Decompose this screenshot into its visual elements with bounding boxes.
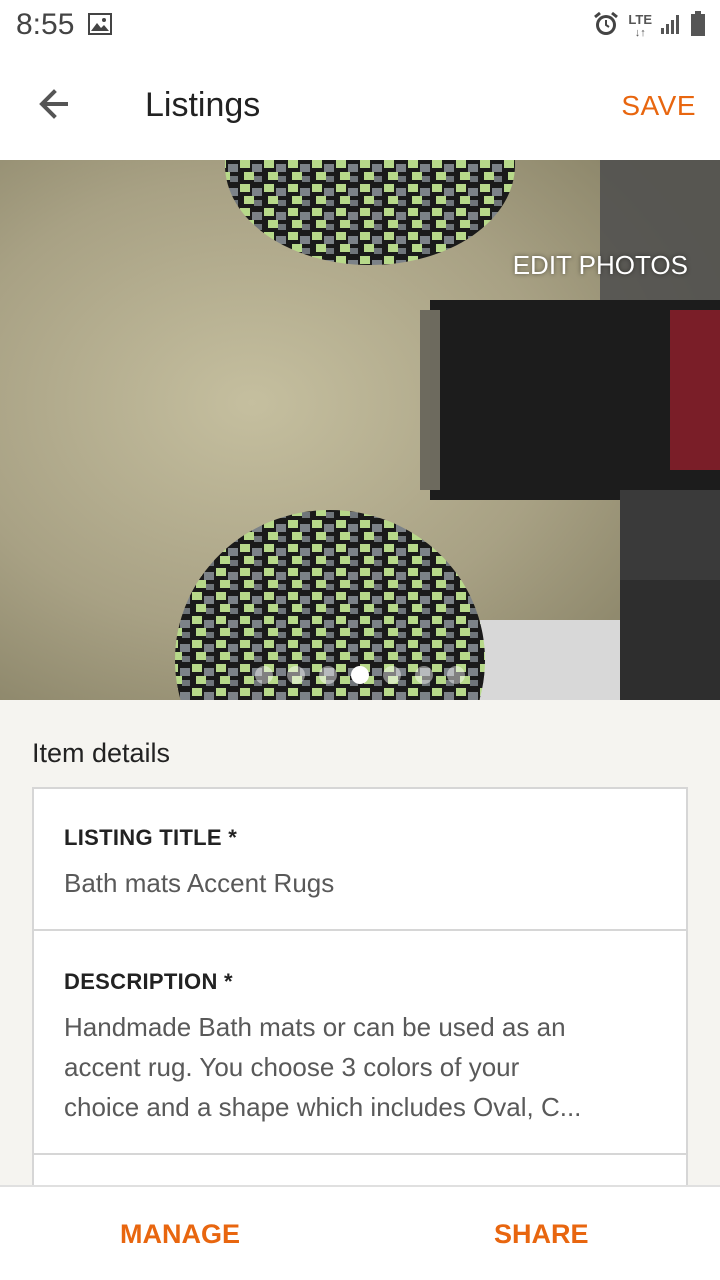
description-line: accent rug. You choose 3 colors of your [64, 1052, 520, 1082]
share-button[interactable]: SHARE [494, 1219, 589, 1250]
listing-photo-carousel[interactable]: EDIT PHOTOS [0, 160, 720, 700]
app-bar: Listings SAVE [0, 52, 720, 160]
carousel-dot[interactable] [415, 666, 433, 684]
alarm-icon [592, 10, 620, 43]
edit-photos-button[interactable]: EDIT PHOTOS [513, 250, 688, 281]
status-time: 8:55 [16, 8, 75, 41]
bottom-action-bar: MANAGE SHARE [0, 1185, 720, 1280]
carousel-dot[interactable] [255, 666, 273, 684]
page-title: Listings [145, 86, 261, 124]
item-details-heading: Item details [32, 738, 171, 768]
network-label: LTE ↓↑ [628, 12, 652, 39]
listing-title-value: Bath mats Accent Rugs [64, 868, 335, 898]
carousel-dot-active[interactable] [351, 666, 369, 684]
back-button[interactable] [30, 82, 82, 130]
description-line: choice and a shape which includes Oval, … [64, 1092, 582, 1122]
carousel-dot[interactable] [383, 666, 401, 684]
carousel-dots [0, 666, 720, 684]
carousel-dot[interactable] [319, 666, 337, 684]
status-icons: LTE ↓↑ [592, 10, 706, 43]
carousel-dot[interactable] [287, 666, 305, 684]
data-arrows-icon: ↓↑ [634, 27, 646, 39]
battery-icon [690, 11, 706, 42]
listing-photo [0, 160, 720, 700]
arrow-left-icon [30, 89, 82, 134]
listing-title-label: LISTING TITLE * [64, 825, 238, 850]
description-label: DESCRIPTION * [64, 969, 233, 994]
save-button[interactable]: SAVE [621, 90, 696, 122]
carousel-dot[interactable] [447, 666, 465, 684]
lte-text: LTE [628, 12, 652, 27]
description-value: Handmade Bath mats or can be used as an … [64, 1007, 658, 1127]
manage-button[interactable]: MANAGE [120, 1219, 240, 1250]
listing-title-field[interactable]: LISTING TITLE * Bath mats Accent Rugs [32, 787, 688, 931]
description-field[interactable]: DESCRIPTION * Handmade Bath mats or can … [32, 929, 688, 1155]
image-icon [88, 13, 112, 35]
signal-icon [660, 13, 682, 40]
status-bar: 8:55 LTE ↓↑ [0, 0, 720, 52]
description-line: Handmade Bath mats or can be used as an [64, 1012, 566, 1042]
